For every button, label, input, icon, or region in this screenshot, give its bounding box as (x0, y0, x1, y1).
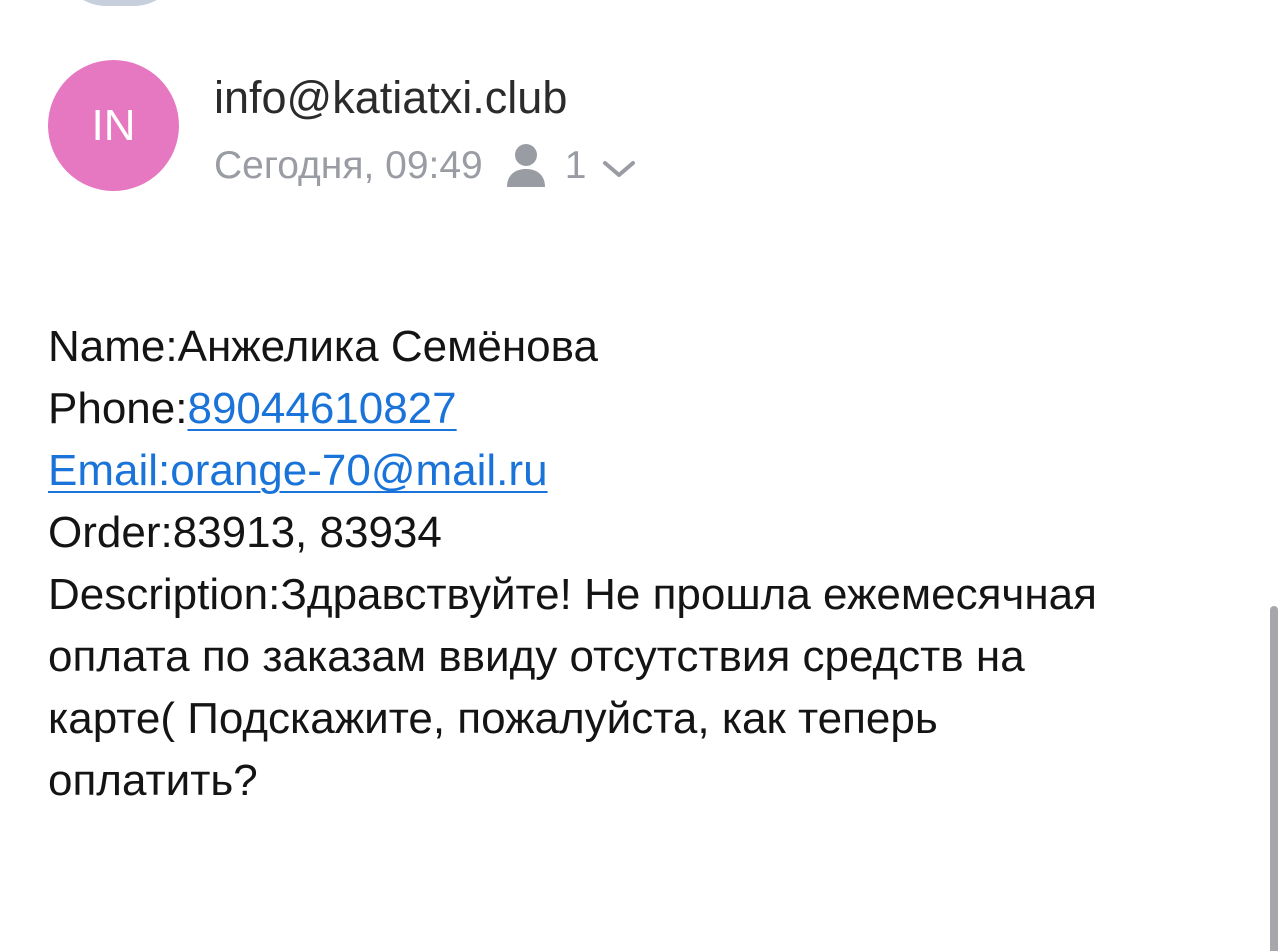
description-label: Description: (48, 570, 281, 619)
person-icon (506, 144, 545, 187)
message-date: Сегодня, 09:49 (214, 144, 483, 187)
description-line-2: оплата по заказам ввиду отсутствия средс… (48, 632, 1025, 681)
scrollbar[interactable] (1270, 606, 1278, 951)
description-text-1: Здравствуйте! Не прошла ежемесячная (280, 570, 1097, 619)
name-value: Анжелика Семёнова (177, 322, 598, 371)
order-value: 83913, 83934 (172, 508, 442, 557)
avatar-initials: IN (91, 100, 136, 150)
email-line: Email:orange-70@mail.ru (48, 440, 1238, 502)
phone-label: Phone: (48, 384, 188, 433)
chevron-down-icon[interactable] (602, 159, 636, 179)
email-link[interactable]: Email:orange-70@mail.ru (48, 446, 548, 495)
sender-avatar: IN (48, 60, 179, 191)
recipients-count: 1 (564, 144, 587, 187)
order-line: Order:83913, 83934 (48, 502, 1238, 564)
sender-email[interactable]: info@katiatxi.club (214, 72, 567, 124)
message-meta[interactable]: Сегодня, 09:49 1 (214, 142, 636, 190)
description-line-4: оплатить? (48, 756, 258, 805)
phone-line: Phone:89044610827 (48, 378, 1238, 440)
name-label: Name: (48, 322, 178, 371)
message-body: Name:Анжелика Семёнова Phone:89044610827… (48, 316, 1238, 812)
name-line: Name:Анжелика Семёнова (48, 316, 1238, 378)
order-label: Order: (48, 508, 173, 557)
description-line-1: Description:Здравствуйте! Не прошла ежем… (48, 564, 1238, 626)
email-view: IN info@katiatxi.club Сегодня, 09:49 1 N… (0, 0, 1280, 951)
phone-link[interactable]: 89044610827 (187, 384, 456, 433)
previous-avatar-edge (60, 0, 180, 6)
description-line-3: карте( Подскажите, пожалуйста, как тепер… (48, 694, 938, 743)
